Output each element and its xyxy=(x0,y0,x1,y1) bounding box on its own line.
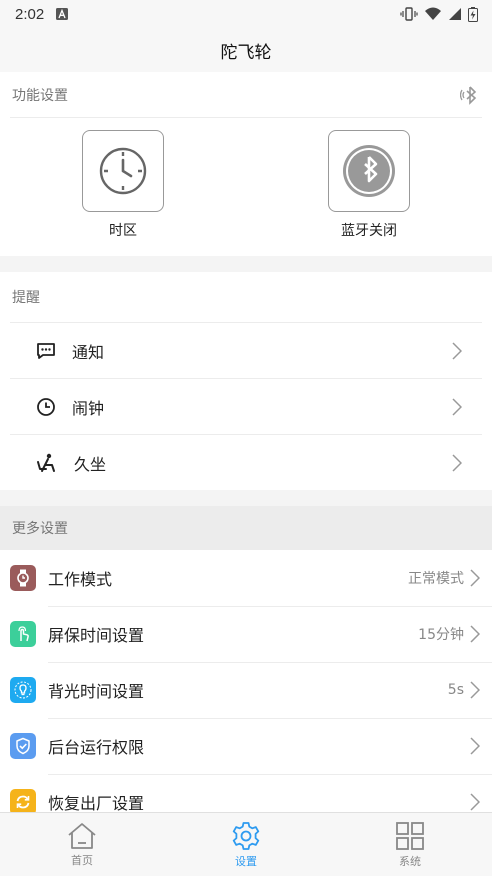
setting-backlight-time[interactable]: 背光时间设置 5s xyxy=(0,662,492,718)
timezone-label: 时区 xyxy=(109,223,137,239)
reminder-item-notification[interactable]: 通知 xyxy=(10,322,482,378)
nav-tab-settings[interactable]: 设置 xyxy=(164,813,328,876)
setting-background-permission[interactable]: 后台运行权限 xyxy=(0,718,492,774)
home-icon xyxy=(68,822,96,849)
setting-value-backlight-time: 5s xyxy=(447,682,464,698)
bluetooth-status-icon xyxy=(460,85,477,105)
sitting-icon xyxy=(37,453,55,472)
gear-icon xyxy=(232,821,260,850)
setting-label-factory-reset: 恢复出厂设置 xyxy=(48,794,145,813)
grid-icon xyxy=(396,821,424,850)
vibrate-icon xyxy=(400,7,418,21)
section-gap xyxy=(0,256,492,272)
setting-value-screensaver-time: 15分钟 xyxy=(418,627,464,643)
alarm-clock-icon xyxy=(37,397,55,416)
battery-icon xyxy=(468,6,478,22)
reminder-label-sedentary: 久坐 xyxy=(74,454,107,474)
touch-icon xyxy=(10,621,36,647)
status-time: 2:02 xyxy=(15,5,45,23)
nav-label-system: 系统 xyxy=(399,854,421,868)
message-icon xyxy=(37,342,55,359)
reminder-label-notification: 通知 xyxy=(72,342,105,362)
more-settings-header: 更多设置 xyxy=(0,506,492,550)
chevron-right-icon xyxy=(452,397,462,416)
function-settings-header: 功能设置 xyxy=(10,72,482,118)
chevron-right-icon xyxy=(470,625,480,643)
chevron-right-icon xyxy=(470,569,480,587)
chevron-right-icon xyxy=(470,681,480,699)
chevron-right-icon xyxy=(452,453,462,472)
signal-icon xyxy=(449,8,461,20)
setting-label-background-permission: 后台运行权限 xyxy=(48,738,145,757)
section-gap xyxy=(0,490,492,506)
nav-tab-home[interactable]: 首页 xyxy=(0,813,164,876)
setting-value-work-mode: 正常模式 xyxy=(408,571,464,587)
bluetooth-toggle-button[interactable]: 蓝牙关闭 xyxy=(299,130,439,256)
function-settings-section: 功能设置 时区 蓝牙关闭 xyxy=(0,72,492,256)
reminder-item-sedentary[interactable]: 久坐 xyxy=(10,434,482,490)
function-settings-title: 功能设置 xyxy=(12,87,68,104)
timezone-button[interactable]: 时区 xyxy=(53,130,193,256)
nav-tab-system[interactable]: 系统 xyxy=(328,813,492,876)
bluetooth-icon xyxy=(343,145,395,197)
clock-icon xyxy=(99,147,147,195)
timezone-box[interactable] xyxy=(82,130,164,212)
status-bar: 2:02 xyxy=(0,0,492,28)
reminders-section: 提醒 通知 闹钟 久坐 xyxy=(0,272,492,490)
setting-work-mode[interactable]: 工作模式 正常模式 xyxy=(0,550,492,606)
setting-screensaver-time[interactable]: 屏保时间设置 15分钟 xyxy=(0,606,492,662)
nav-label-settings: 设置 xyxy=(235,854,257,868)
more-settings-title: 更多设置 xyxy=(12,521,68,537)
nav-label-home: 首页 xyxy=(71,853,93,867)
shield-icon xyxy=(10,733,36,759)
chevron-right-icon xyxy=(470,793,480,811)
reminder-item-alarm[interactable]: 闹钟 xyxy=(10,378,482,434)
reminders-header: 提醒 xyxy=(0,272,492,322)
chevron-right-icon xyxy=(452,341,462,360)
page-title: 陀飞轮 xyxy=(220,42,272,63)
chevron-right-icon xyxy=(470,737,480,755)
app-header: 陀飞轮 xyxy=(0,28,492,72)
bottom-nav: 首页 设置 系统 xyxy=(0,812,492,876)
bulb-icon xyxy=(10,677,36,703)
setting-label-screensaver-time: 屏保时间设置 xyxy=(48,626,145,645)
wifi-icon xyxy=(425,7,441,20)
reminders-title: 提醒 xyxy=(12,290,40,306)
watch-icon xyxy=(10,565,36,591)
setting-label-backlight-time: 背光时间设置 xyxy=(48,682,145,701)
bluetooth-label: 蓝牙关闭 xyxy=(341,223,397,239)
bluetooth-box[interactable] xyxy=(328,130,410,212)
setting-label-work-mode: 工作模式 xyxy=(48,570,113,589)
reminder-label-alarm: 闹钟 xyxy=(72,398,105,418)
notification-a-icon xyxy=(56,8,69,20)
